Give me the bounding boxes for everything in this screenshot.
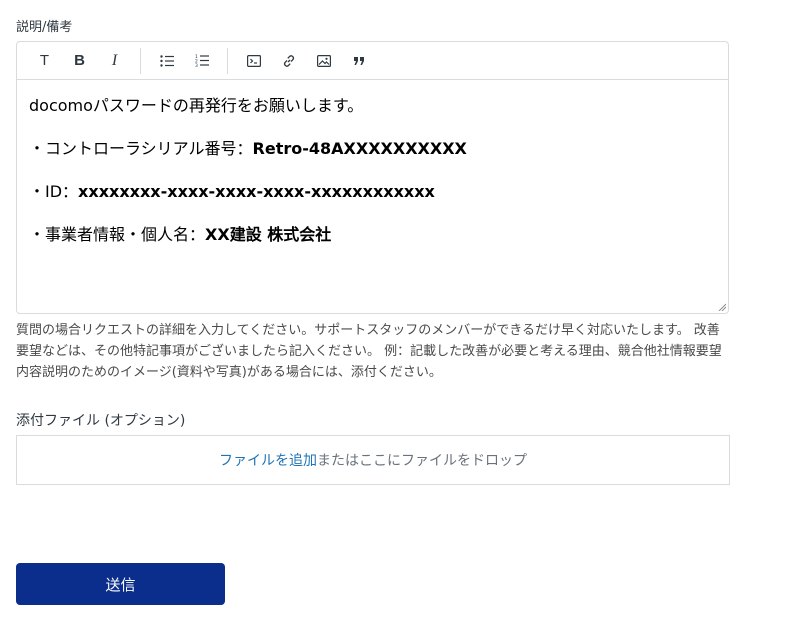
editor-content[interactable]: docomoパスワードの再発行をお願いします。 ・コントローラシリアル番号：Re… xyxy=(17,80,728,244)
id-value: xxxxxxxx-xxxx-xxxx-xxxx-xxxxxxxxxxxx xyxy=(78,182,435,201)
id-label: ・ID： xyxy=(29,182,79,201)
content-line-text: docomoパスワードの再発行をお願いします。 xyxy=(29,96,364,115)
submit-button[interactable]: 送信 xyxy=(16,563,225,605)
file-dropzone[interactable]: ファイルを追加 またはここにファイルをドロップ xyxy=(16,435,730,485)
content-line: ・ID：xxxxxxxx-xxxx-xxxx-xxxx-xxxxxxxxxxxx xyxy=(29,182,716,201)
attachment-label: 添付ファイル (オプション) xyxy=(16,413,186,429)
toolbar-divider xyxy=(227,47,228,74)
rich-text-editor[interactable]: T B I 123 docomoパスワードの再発行をお願いします。 ・コントロー… xyxy=(16,41,729,314)
dropzone-text: またはここにファイルをドロップ xyxy=(317,453,527,469)
link-icon[interactable] xyxy=(271,46,306,76)
toolbar-divider xyxy=(140,47,141,74)
numbered-list-icon[interactable]: 123 xyxy=(184,46,219,76)
code-icon[interactable] xyxy=(236,46,271,76)
content-line: ・コントローラシリアル番号：Retro-48AXXXXXXXXXX xyxy=(29,139,716,158)
italic-icon[interactable]: I xyxy=(97,46,132,76)
bold-icon[interactable]: B xyxy=(62,46,97,76)
svg-text:3: 3 xyxy=(195,63,198,67)
italic-icon-glyph: I xyxy=(111,51,118,69)
description-label: 説明/備考 xyxy=(16,20,73,35)
image-icon[interactable] xyxy=(306,46,341,76)
business-value: XX建設 株式会社 xyxy=(205,225,332,244)
business-label: ・事業者情報・個人名： xyxy=(29,225,206,244)
content-line: docomoパスワードの再発行をお願いします。 xyxy=(29,96,716,115)
bullet-list-icon[interactable] xyxy=(149,46,184,76)
text-icon[interactable]: T xyxy=(27,46,62,76)
editor-toolbar: T B I 123 xyxy=(17,42,728,80)
quote-icon[interactable] xyxy=(341,46,376,76)
serial-label: ・コントローラシリアル番号： xyxy=(29,139,253,158)
content-line: ・事業者情報・個人名：XX建設 株式会社 xyxy=(29,225,716,244)
add-file-link[interactable]: ファイルを追加 xyxy=(219,450,317,470)
serial-value: Retro-48AXXXXXXXXXX xyxy=(252,139,467,158)
text-icon-glyph: T xyxy=(39,52,50,69)
bold-icon-glyph: B xyxy=(74,52,85,69)
description-hint: 質問の場合リクエストの詳細を入力してください。サポートスタッフのメンバーができる… xyxy=(16,323,722,380)
resize-handle-icon[interactable] xyxy=(718,303,726,311)
